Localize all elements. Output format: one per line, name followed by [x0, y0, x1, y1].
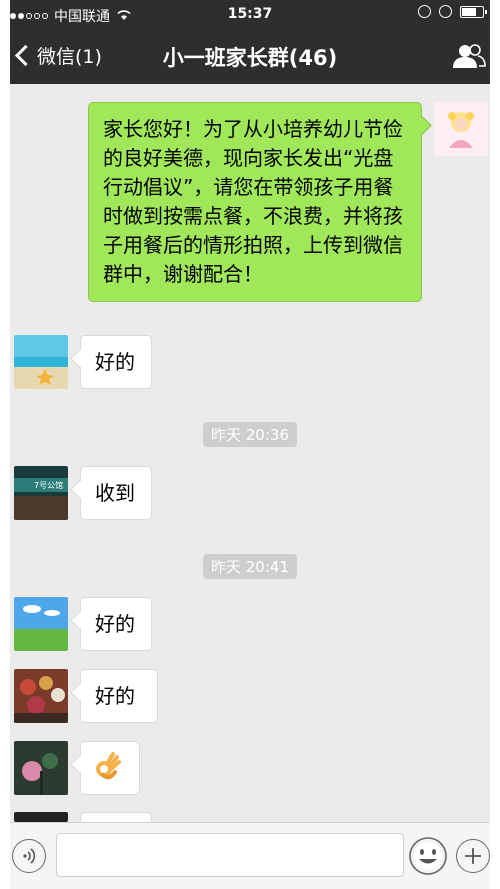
orientation-lock-icon [418, 5, 431, 18]
chat-title: 小一班家长群(46) [10, 42, 490, 72]
plus-icon [465, 848, 481, 864]
message-list[interactable]: 家长您好！为了从小培养幼儿节俭的良好美德，现向家长发出“光盘行动倡议”，请您在带… [10, 84, 490, 827]
my-avatar[interactable] [434, 102, 488, 156]
smiley-icon [409, 837, 447, 875]
voice-button[interactable] [12, 839, 46, 873]
time-divider: 昨天 20:41 [10, 554, 490, 579]
wechat-screen: 中国联通 15:37 微信(1) 小一班家长群(46) 家长您好！为了从小培养幼… [10, 0, 490, 889]
voice-icon [23, 848, 36, 864]
alarm-icon [439, 5, 452, 18]
message-bubble[interactable]: 好的 [80, 597, 152, 651]
status-right-icons [418, 5, 487, 18]
message-bubble[interactable]: 家长您好！为了从小培养幼儿节俭的良好美德，现向家长发出“光盘行动倡议”，请您在带… [88, 102, 422, 302]
message-text: 好的 [95, 612, 135, 636]
message-bubble[interactable] [80, 741, 140, 795]
emoji-button[interactable] [408, 836, 448, 876]
member-avatar[interactable] [14, 669, 68, 723]
member-avatar[interactable]: 7号公馆 [14, 466, 68, 520]
member-avatar[interactable] [14, 597, 68, 651]
member-avatar[interactable] [14, 335, 68, 389]
input-toolbar [10, 822, 490, 889]
time-divider: 昨天 20:36 [10, 422, 490, 447]
group-members-icon[interactable] [452, 43, 486, 69]
message-bubble[interactable]: 好的 [80, 669, 158, 723]
time-label: 昨天 20:36 [203, 422, 297, 447]
message-text: 好的 [95, 684, 135, 708]
message-text: 好的 [95, 350, 135, 374]
message-text: 收到 [95, 481, 135, 505]
more-actions-button[interactable] [456, 839, 490, 873]
status-bar: 中国联通 15:37 [10, 0, 490, 30]
ok-hand-icon [81, 742, 139, 797]
phone-frame: 中国联通 15:37 微信(1) 小一班家长群(46) 家长您好！为了从小培养幼… [0, 0, 500, 889]
message-bubble[interactable]: 收到 [80, 466, 152, 520]
message-bubble[interactable]: 好的 [80, 335, 152, 389]
time-label: 昨天 20:41 [203, 554, 297, 579]
chat-navbar: 微信(1) 小一班家长群(46) [10, 30, 490, 84]
chat-title-text: 小一班家长群(46) [162, 46, 338, 70]
message-input[interactable] [56, 833, 404, 877]
avatar-caption: 7号公馆 [34, 480, 63, 490]
member-avatar[interactable] [14, 741, 68, 795]
member-avatar[interactable] [14, 812, 68, 822]
message-text: 家长您好！为了从小培养幼儿节俭的良好美德，现向家长发出“光盘行动倡议”，请您在带… [103, 117, 403, 286]
battery-icon [460, 5, 487, 18]
